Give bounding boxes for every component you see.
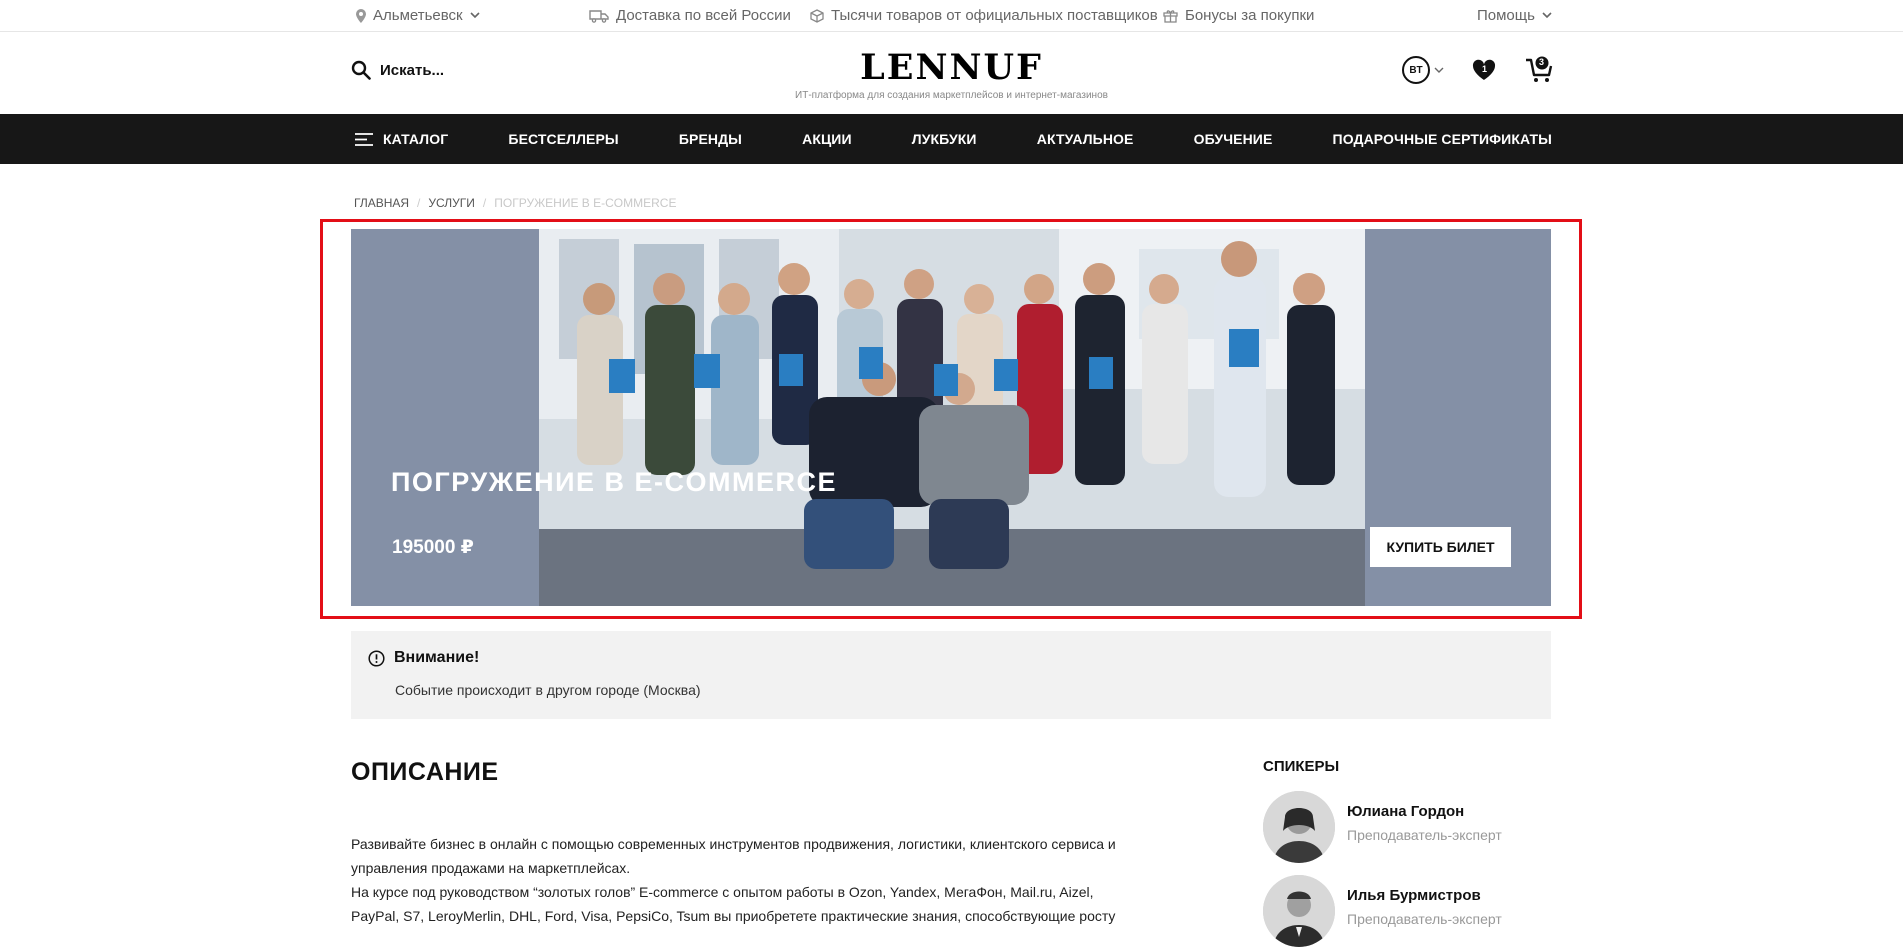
chevron-down-icon xyxy=(470,12,480,19)
speaker-role: Преподаватель-эксперт xyxy=(1347,911,1502,927)
nav-item-sales[interactable]: АКЦИИ xyxy=(802,131,852,147)
attention-notice: Внимание! Событие происходит в другом го… xyxy=(351,631,1551,719)
avatar xyxy=(1263,791,1335,863)
header-actions: BT 1 3 xyxy=(1402,56,1553,84)
goods-info: Тысячи товаров от официальных поставщико… xyxy=(810,7,1158,24)
city-selector[interactable]: Альметьевск xyxy=(356,7,480,24)
nav-item-brands[interactable]: БРЕНДЫ xyxy=(679,131,742,147)
logo-tagline: ИТ-платформа для создания маркетплейсов … xyxy=(795,90,1108,101)
nav-item-education[interactable]: ОБУЧЕНИЕ xyxy=(1194,131,1273,147)
nav-item-bestsellers[interactable]: БЕСТСЕЛЛЕРЫ xyxy=(508,131,618,147)
speaker-role: Преподаватель-эксперт xyxy=(1347,827,1502,843)
bonuses-text: Бонусы за покупки xyxy=(1185,7,1315,24)
speaker-card[interactable]: Илья Бурмистров Преподаватель-эксперт xyxy=(1263,875,1502,947)
group-photo-illustration xyxy=(539,229,1365,606)
breadcrumb-separator: / xyxy=(417,196,421,210)
speaker-card[interactable]: Юлиана Гордон Преподаватель-эксперт xyxy=(1263,791,1502,863)
notice-title: Внимание! xyxy=(394,649,480,666)
nav-item-lookbooks[interactable]: ЛУКБУКИ xyxy=(912,131,977,147)
truck-icon xyxy=(589,9,609,23)
bonuses-info: Бонусы за покупки xyxy=(1163,7,1314,24)
chevron-down-icon xyxy=(1434,67,1444,73)
speaker-name: Юлиана Гордон xyxy=(1347,803,1465,820)
location-pin-icon xyxy=(356,8,366,23)
box-icon xyxy=(810,8,824,23)
goods-text: Тысячи товаров от официальных поставщико… xyxy=(831,7,1158,24)
wishlist-count: 1 xyxy=(1482,64,1488,74)
delivery-text: Доставка по всей России xyxy=(616,7,791,24)
event-group-photo xyxy=(539,229,1365,606)
event-hero-banner: ПОГРУЖЕНИЕ В E-COMMERCE 195000 ₽ КУПИТЬ … xyxy=(351,229,1551,606)
alert-circle-icon xyxy=(368,649,385,667)
speakers-heading: СПИКЕРЫ xyxy=(1263,758,1340,775)
description-paragraph: Развивайте бизнес в онлайн с помощью сов… xyxy=(351,836,1116,876)
gift-icon xyxy=(1163,9,1178,23)
help-label: Помощь xyxy=(1477,7,1535,24)
language-selector[interactable]: BT xyxy=(1402,56,1444,84)
site-header: Искать... LENNUF ИТ-платформа для создан… xyxy=(0,32,1903,114)
speaker-name: Илья Бурмистров xyxy=(1347,887,1481,904)
cart-button[interactable]: 3 xyxy=(1524,56,1553,84)
description-paragraph: На курсе под руководством “золотых голов… xyxy=(351,884,1116,924)
nav-item-catalog[interactable]: КАТАЛОГ xyxy=(355,131,448,147)
menu-icon xyxy=(355,132,373,146)
logo-text: LENNUF xyxy=(860,47,1043,88)
buy-ticket-button[interactable]: КУПИТЬ БИЛЕТ xyxy=(1370,527,1511,567)
chevron-down-icon xyxy=(1542,12,1552,19)
description-body: Развивайте бизнес в онлайн с помощью сов… xyxy=(351,832,1131,928)
language-code: BT xyxy=(1402,56,1430,84)
breadcrumb: ГЛАВНАЯ / УСЛУГИ / ПОГРУЖЕНИЕ В E-COMMER… xyxy=(354,196,676,210)
speaker-photo xyxy=(1263,875,1335,947)
delivery-info: Доставка по всей России xyxy=(589,7,791,24)
notice-text: Событие происходит в другом городе (Моск… xyxy=(395,682,701,698)
help-menu[interactable]: Помощь xyxy=(1477,7,1552,24)
nav-item-actual[interactable]: АКТУАЛЬНОЕ xyxy=(1037,131,1134,147)
nav-item-label: КАТАЛОГ xyxy=(383,131,449,147)
top-info-bar: Альметьевск Доставка по всей России Тыся… xyxy=(0,0,1903,32)
cart-count: 3 xyxy=(1539,57,1545,67)
breadcrumb-separator: / xyxy=(482,196,487,210)
main-nav: КАТАЛОГ БЕСТСЕЛЛЕРЫ БРЕНДЫ АКЦИИ ЛУКБУКИ… xyxy=(0,114,1903,164)
speaker-photo xyxy=(1263,791,1335,863)
breadcrumb-home[interactable]: ГЛАВНАЯ xyxy=(354,196,409,210)
event-title: ПОГРУЖЕНИЕ В E-COMMERCE xyxy=(391,467,837,497)
breadcrumb-services[interactable]: УСЛУГИ xyxy=(428,196,475,210)
event-price: 195000 ₽ xyxy=(392,537,474,558)
nav-item-gift-cards[interactable]: ПОДАРОЧНЫЕ СЕРТИФИКАТЫ xyxy=(1333,131,1552,147)
avatar xyxy=(1263,875,1335,947)
city-label: Альметьевск xyxy=(373,7,463,24)
wishlist-button[interactable]: 1 xyxy=(1470,56,1498,84)
breadcrumb-current: ПОГРУЖЕНИЕ В E-COMMERCE xyxy=(494,196,677,210)
site-logo[interactable]: LENNUF ИТ-платформа для создания маркетп… xyxy=(0,47,1903,102)
description-heading: ОПИСАНИЕ xyxy=(351,758,499,786)
